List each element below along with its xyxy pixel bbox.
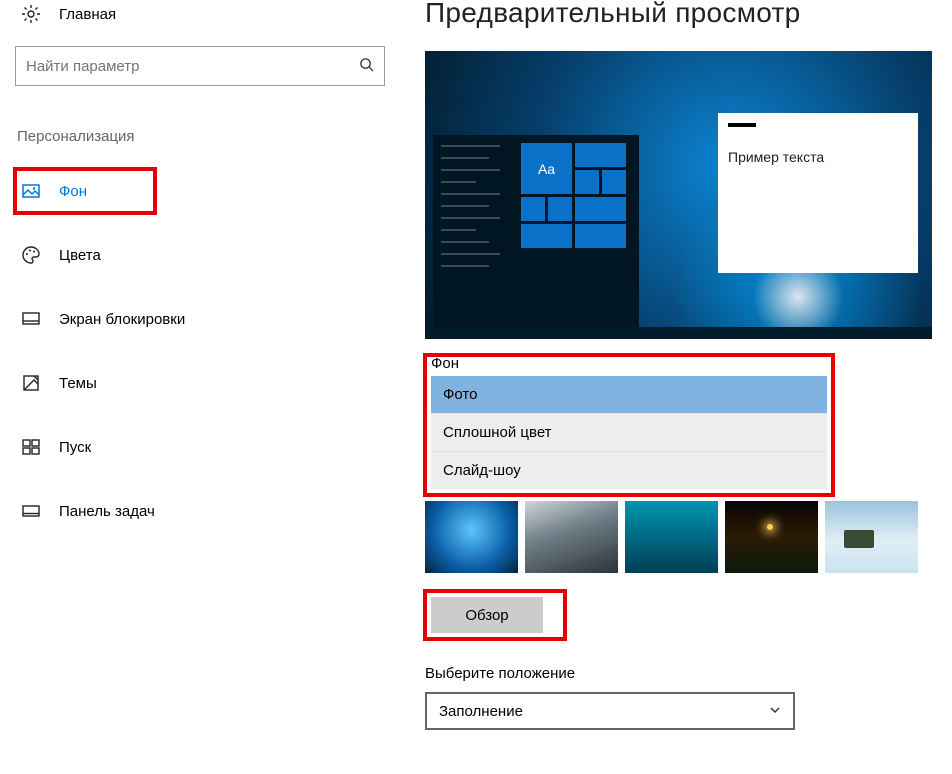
picture-icon <box>21 181 41 201</box>
settings-sidebar: Главная Персонализация Фон <box>15 0 390 533</box>
preview-taskbar <box>425 327 932 339</box>
preview-sample-text: Пример текста <box>728 149 824 165</box>
themes-icon <box>21 373 41 393</box>
preview-start-left <box>433 135 521 327</box>
nav-item-background[interactable]: Фон <box>15 169 155 213</box>
settings-main: Предварительный просмотр Aa Пример текст… <box>425 0 945 730</box>
search-box[interactable] <box>15 46 385 86</box>
search-input[interactable] <box>26 58 359 75</box>
nav-item-label: Фон <box>59 183 87 200</box>
recent-image-3[interactable] <box>625 501 718 573</box>
recent-image-4[interactable] <box>725 501 818 573</box>
preview-sample-window: Пример текста <box>718 113 918 273</box>
preview-heading: Предварительный просмотр <box>425 0 945 29</box>
nav-item-label: Темы <box>59 375 97 392</box>
preview-window-accent-bar <box>728 123 756 127</box>
chevron-down-icon <box>769 704 781 719</box>
browse-button-wrap: Обзор <box>425 591 565 639</box>
background-option-slideshow[interactable]: Слайд-шоу <box>431 451 827 489</box>
background-section-label: Фон <box>431 355 827 372</box>
background-option-solid[interactable]: Сплошной цвет <box>431 413 827 451</box>
taskbar-icon <box>21 501 41 521</box>
sidebar-category-title: Персонализация <box>15 128 390 145</box>
preview-start-panel: Aa <box>433 135 639 327</box>
fit-label: Выберите положение <box>425 665 945 682</box>
preview-start-tiles: Aa <box>521 135 631 327</box>
recent-image-2[interactable] <box>525 501 618 573</box>
gear-icon <box>21 4 41 24</box>
lockscreen-icon <box>21 309 41 329</box>
nav-item-lockscreen[interactable]: Экран блокировки <box>15 297 390 341</box>
nav-item-colors[interactable]: Цвета <box>15 233 390 277</box>
nav-item-start[interactable]: Пуск <box>15 425 390 469</box>
desktop-preview: Aa Пример текста <box>425 51 932 339</box>
background-dropdown: Фон Фото Сплошной цвет Слайд-шоу <box>425 355 833 495</box>
nav-item-taskbar[interactable]: Панель задач <box>15 489 390 533</box>
preview-tile-aa: Aa <box>521 143 572 194</box>
browse-button[interactable]: Обзор <box>431 597 543 633</box>
start-icon <box>21 437 41 457</box>
background-option-photo[interactable]: Фото <box>431 376 827 413</box>
recent-image-5[interactable] <box>825 501 918 573</box>
search-icon <box>359 57 374 76</box>
recent-images-strip <box>425 501 945 573</box>
fit-dropdown-value: Заполнение <box>439 703 769 720</box>
fit-dropdown[interactable]: Заполнение <box>425 692 795 730</box>
fit-section: Выберите положение Заполнение <box>425 665 945 730</box>
nav-item-themes[interactable]: Темы <box>15 361 390 405</box>
nav-item-label: Панель задач <box>59 503 155 520</box>
background-dropdown-list[interactable]: Фото Сплошной цвет Слайд-шоу <box>431 376 827 489</box>
recent-image-1[interactable] <box>425 501 518 573</box>
sidebar-nav-list: Фон Цвета Экран блокировки <box>15 169 390 533</box>
nav-home[interactable]: Главная <box>15 0 390 34</box>
nav-item-label: Экран блокировки <box>59 311 185 328</box>
nav-item-label: Пуск <box>59 439 91 456</box>
nav-home-label: Главная <box>59 6 116 23</box>
nav-item-label: Цвета <box>59 247 101 264</box>
palette-icon <box>21 245 41 265</box>
